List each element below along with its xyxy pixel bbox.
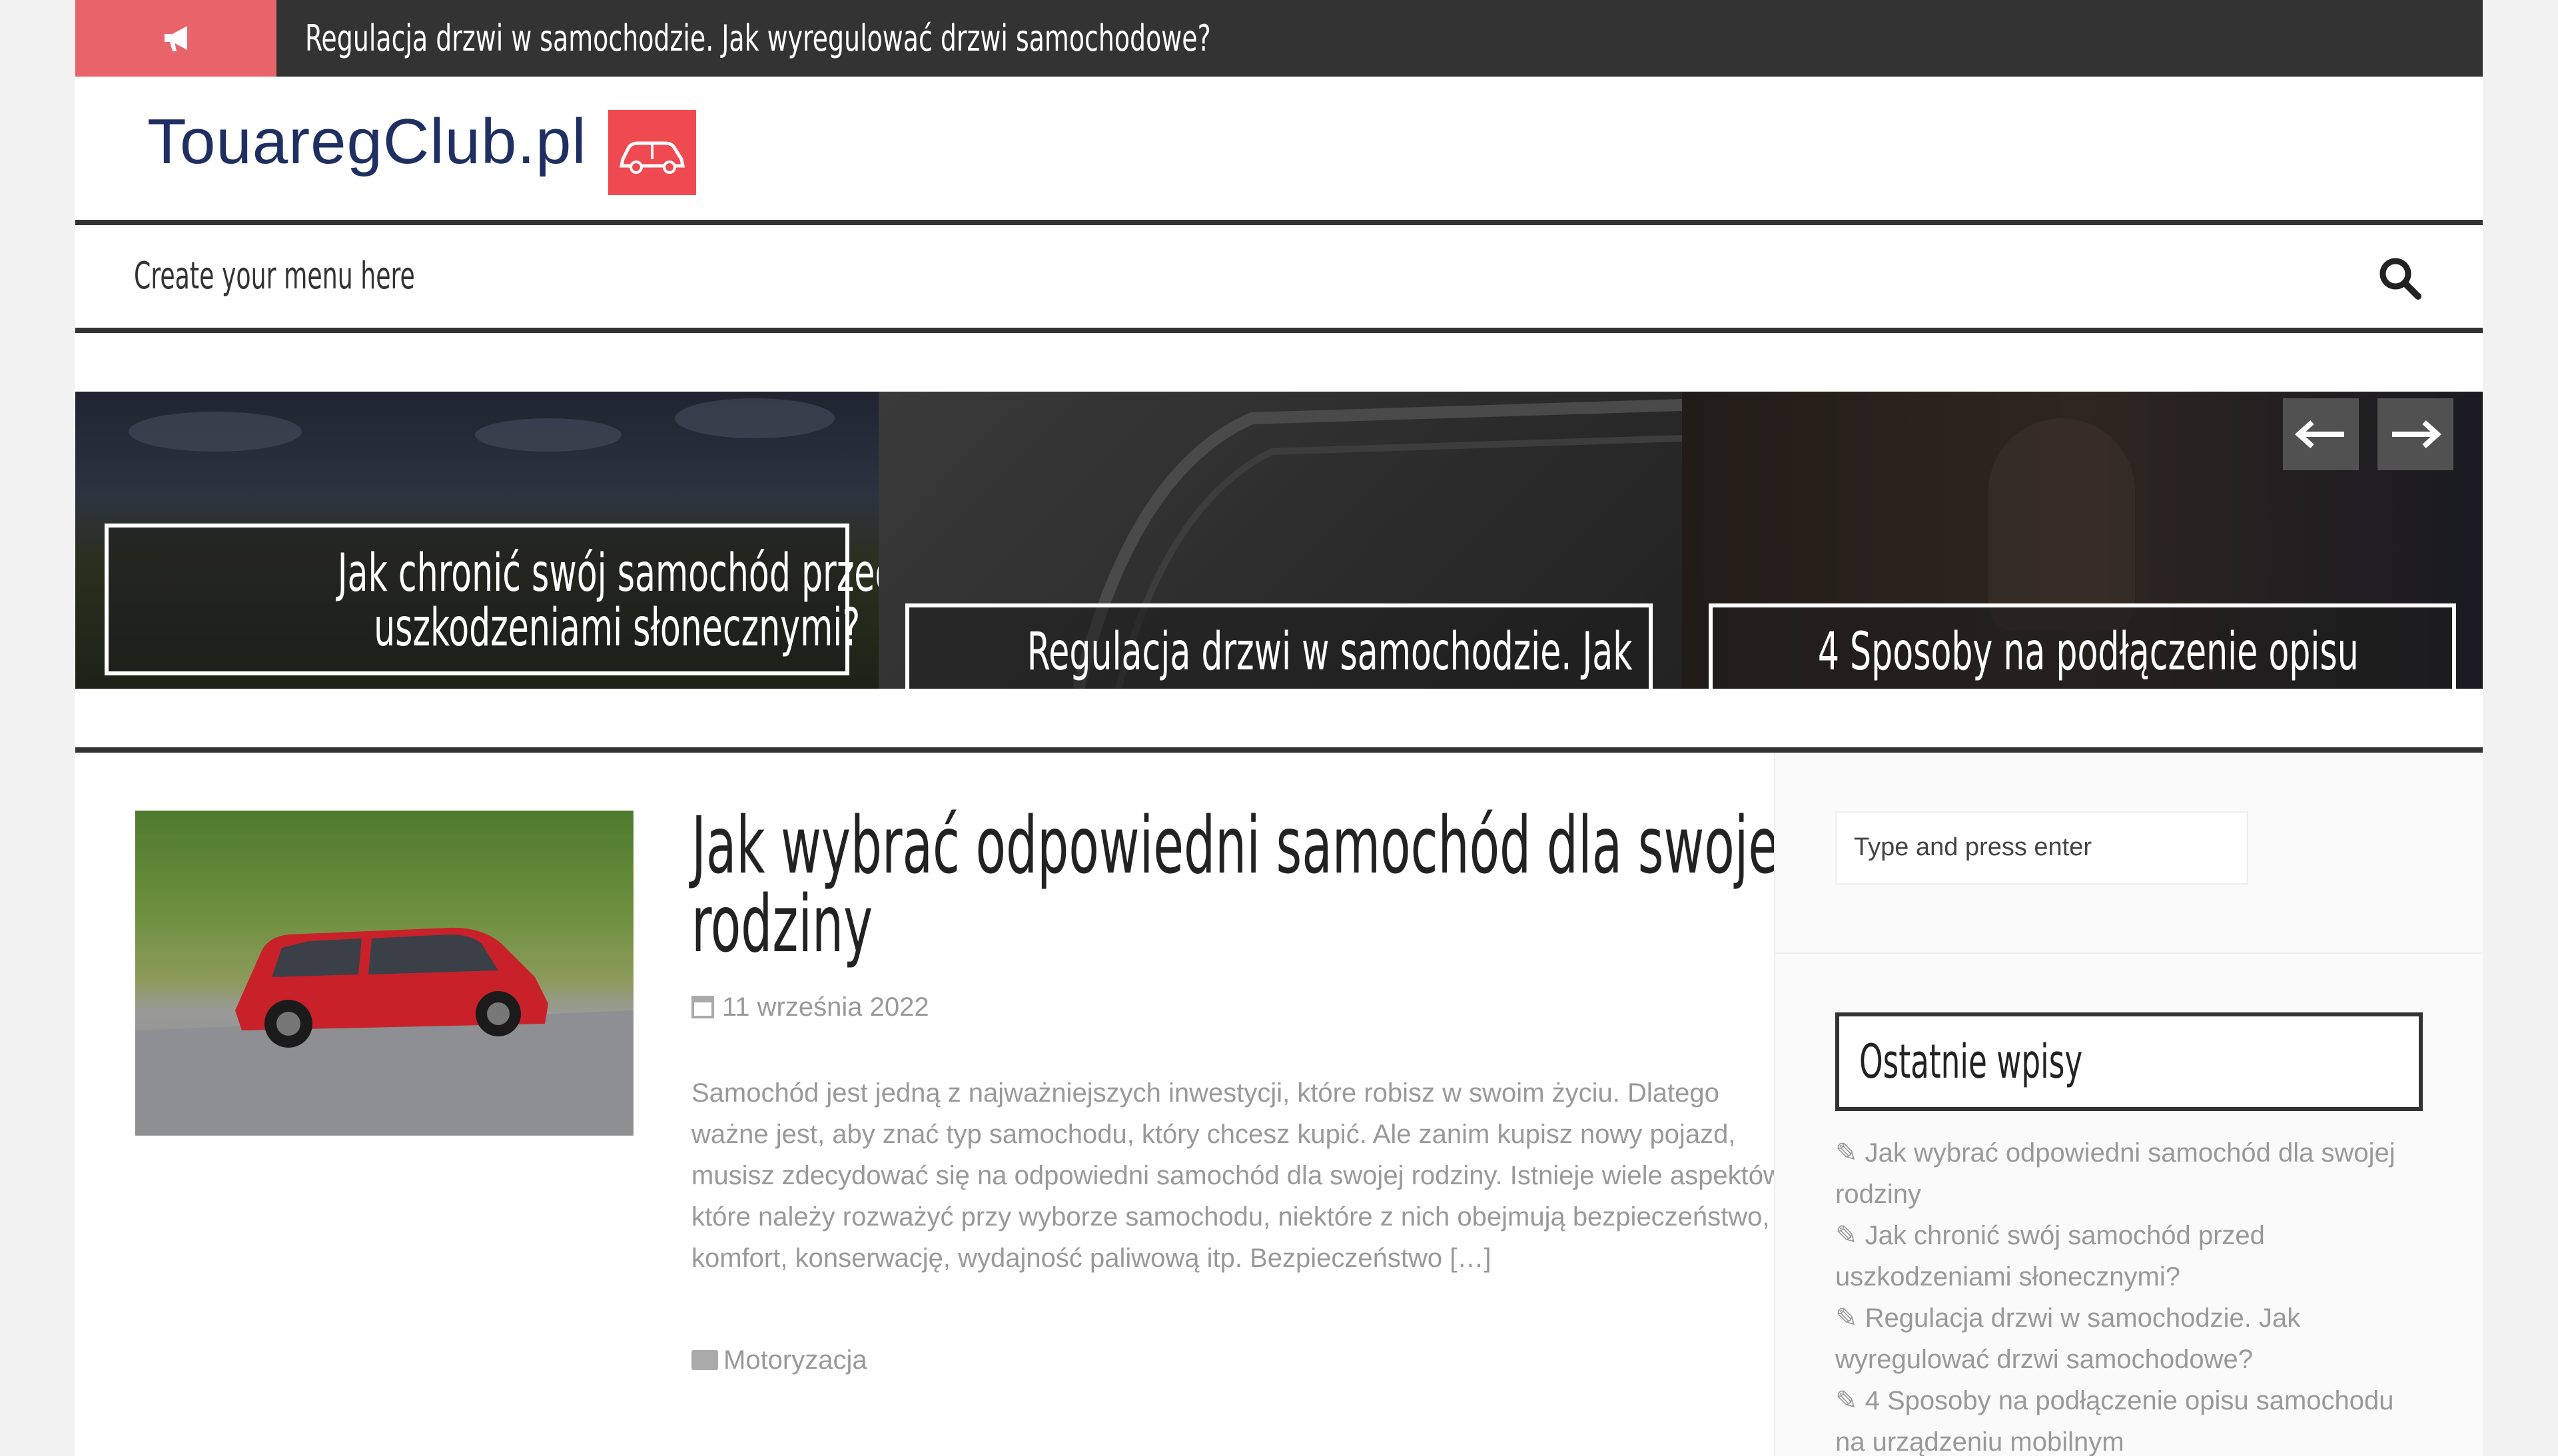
slide-1-caption-text: Jak chronić swój samochód przed uszkodze… xyxy=(337,544,879,658)
site-logo-text[interactable]: TouaregClub.pl xyxy=(147,105,587,179)
post-excerpt: Samochód jest jedną z najważniejszych in… xyxy=(691,1078,1789,1273)
slide-2[interactable]: Regulacja drzwi w samochodzie. Jak xyxy=(879,392,1682,689)
ticker-badge xyxy=(75,0,276,77)
sidebar-search-input[interactable]: Type and press enter xyxy=(1835,811,2248,885)
news-ticker: Regulacja drzwi w samochodzie. Jak wyreg… xyxy=(75,0,2483,77)
slide-2-caption[interactable]: Regulacja drzwi w samochodzie. Jak xyxy=(905,603,1653,689)
post-category: Motoryzacja xyxy=(691,1345,867,1375)
slider-next-button[interactable] xyxy=(2377,398,2453,470)
recent-post-link[interactable]: Jak wybrać odpowiedni samochód dla swoje… xyxy=(1835,1138,2395,1209)
car-icon xyxy=(619,141,685,174)
post-category-link[interactable]: Motoryzacja xyxy=(723,1345,867,1375)
folder-icon xyxy=(691,1350,718,1370)
pencil-icon: ✎ xyxy=(1835,1221,1865,1250)
sidebar-separator xyxy=(1775,952,2483,954)
recent-post-link[interactable]: 4 Sposoby na podłączenie opisu samochodu… xyxy=(1835,1386,2394,1456)
calendar-icon xyxy=(691,996,714,1018)
recent-post-item[interactable]: ✎ Jak wybrać odpowiedni samochód dla swo… xyxy=(1835,1132,2408,1215)
recent-post-item[interactable]: ✎ Jak chronić swój samochód przed uszkod… xyxy=(1835,1215,2408,1297)
pencil-icon: ✎ xyxy=(1835,1386,1865,1415)
main-nav: Create your menu here xyxy=(75,220,2483,333)
megaphone-icon xyxy=(165,26,187,51)
slide-3[interactable]: 4 Sposoby na podłączenie opisu xyxy=(1682,392,2483,689)
post-meta-date: 11 września 2022 xyxy=(691,992,929,1022)
nav-menu-placeholder[interactable]: Create your menu here xyxy=(134,225,415,328)
slide-2-caption-text: Regulacja drzwi w samochodzie. Jak xyxy=(1027,622,1633,682)
recent-post-link[interactable]: Regulacja drzwi w samochodzie. Jak wyreg… xyxy=(1835,1303,2300,1374)
cloud-shape xyxy=(675,398,835,438)
slide-3-caption-text: 4 Sposoby na podłączenie opisu xyxy=(1817,622,2359,682)
recent-posts-title: Ostatnie wpisy xyxy=(1835,1012,2423,1111)
pencil-icon: ✎ xyxy=(1835,1138,1865,1168)
sidebar: Type and press enter Ostatnie wpisy ✎ Ja… xyxy=(1774,753,2483,1456)
post-thumbnail[interactable] xyxy=(135,811,634,1136)
pencil-icon: ✎ xyxy=(1835,1303,1865,1333)
site-logo-badge[interactable] xyxy=(608,110,696,195)
arrow-right-icon xyxy=(2392,420,2441,448)
search-icon[interactable] xyxy=(2377,255,2423,302)
arrow-left-icon xyxy=(2295,420,2344,448)
post-title-text: Jak wybrać odpowiedni samochód dla swoje… xyxy=(691,799,1793,970)
cloud-shape xyxy=(475,418,622,452)
person-silhouette xyxy=(1988,418,2135,631)
slide-1[interactable]: Jak chronić swój samochód przed uszkodze… xyxy=(75,392,879,689)
post-date-text: 11 września 2022 xyxy=(722,992,929,1022)
recent-posts-title-text: Ostatnie wpisy xyxy=(1859,1034,2083,1089)
page: Regulacja drzwi w samochodzie. Jak wyreg… xyxy=(75,0,2483,1456)
ticker-headline-link[interactable]: Regulacja drzwi w samochodzie. Jak wyreg… xyxy=(305,0,1211,77)
recent-post-item[interactable]: ✎ Regulacja drzwi w samochodzie. Jak wyr… xyxy=(1835,1297,2408,1380)
slide-1-caption[interactable]: Jak chronić swój samochód przed uszkodze… xyxy=(105,524,879,675)
recent-posts-list: ✎ Jak wybrać odpowiedni samochód dla swo… xyxy=(1835,1132,2408,1456)
red-suv-image xyxy=(135,927,634,1136)
recent-post-link[interactable]: Jak chronić swój samochód przed uszkodze… xyxy=(1835,1221,2265,1291)
cloud-shape xyxy=(129,412,302,452)
featured-slider: Jak chronić swój samochód przed uszkodze… xyxy=(75,392,2483,689)
post-title-link[interactable]: Jak wybrać odpowiedni samochód dla swoje… xyxy=(691,806,1824,963)
slide-3-caption[interactable]: 4 Sposoby na podłączenie opisu xyxy=(1709,603,2456,689)
slider-prev-button[interactable] xyxy=(2283,398,2359,470)
content-divider xyxy=(75,747,2483,753)
recent-post-item[interactable]: ✎ 4 Sposoby na podłączenie opisu samocho… xyxy=(1835,1380,2408,1456)
